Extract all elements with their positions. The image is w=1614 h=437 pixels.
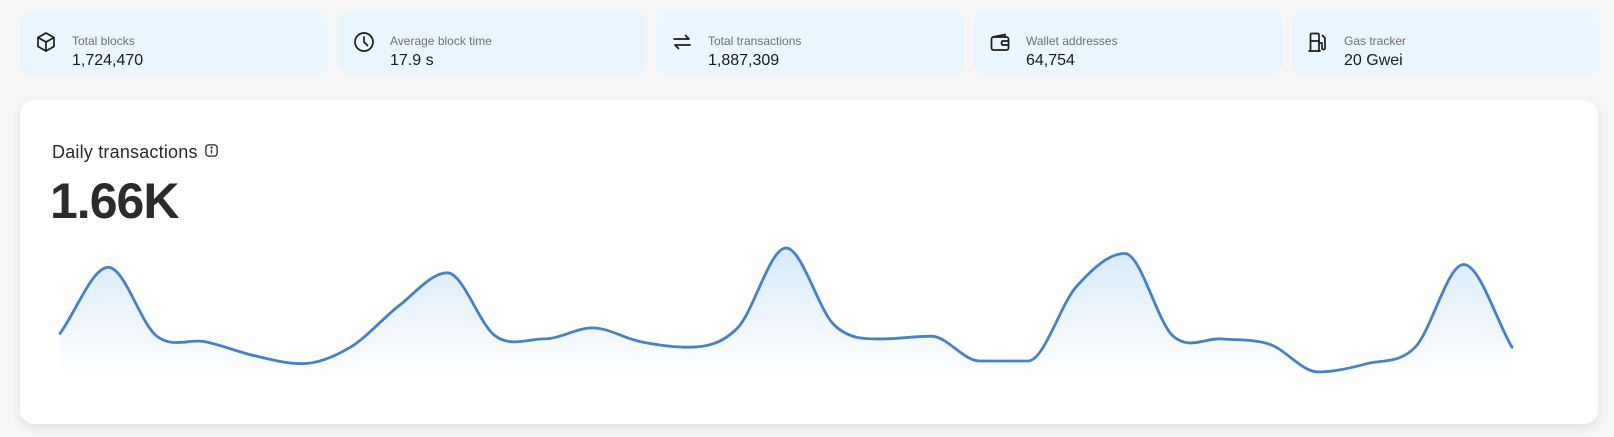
daily-transactions-chart [58,246,1514,378]
stat-label: Average block time [390,34,492,48]
wallet-icon [988,30,1012,54]
stat-card-average-block-time: Average block time 17.9 s [338,11,646,75]
stat-card-total-blocks: Total blocks 1,724,470 [20,11,328,75]
gas-pump-icon [1306,30,1330,54]
info-icon[interactable] [204,143,219,163]
stat-value: 17.9 s [390,52,434,69]
cube-icon [34,30,58,54]
stat-card-wallet-addresses: Wallet addresses 64,754 [974,11,1282,75]
stats-row: Total blocks 1,724,470 Average block tim… [20,11,1600,75]
stat-label: Total transactions [708,34,802,48]
stat-card-total-transactions: Total transactions 1,887,309 [656,11,964,75]
chart-area-fill [60,248,1512,378]
stat-value: 1,724,470 [72,52,144,69]
arrows-swap-icon [670,30,694,54]
stat-label: Total blocks [72,34,135,48]
stat-card-gas-tracker: Gas tracker 20 Gwei [1292,11,1600,75]
clock-icon [352,30,376,54]
stat-label: Wallet addresses [1026,34,1118,48]
chart-title-row: Daily transactions [52,142,219,163]
stat-label: Gas tracker [1344,34,1407,48]
daily-transactions-value: 1.66K [50,173,179,229]
daily-transactions-card: Daily transactions 1.66K [20,100,1598,424]
stat-value: 1,887,309 [708,52,780,69]
chart-title: Daily transactions [52,142,198,162]
stat-value: 20 Gwei [1344,52,1403,69]
stat-value: 64,754 [1026,52,1075,69]
